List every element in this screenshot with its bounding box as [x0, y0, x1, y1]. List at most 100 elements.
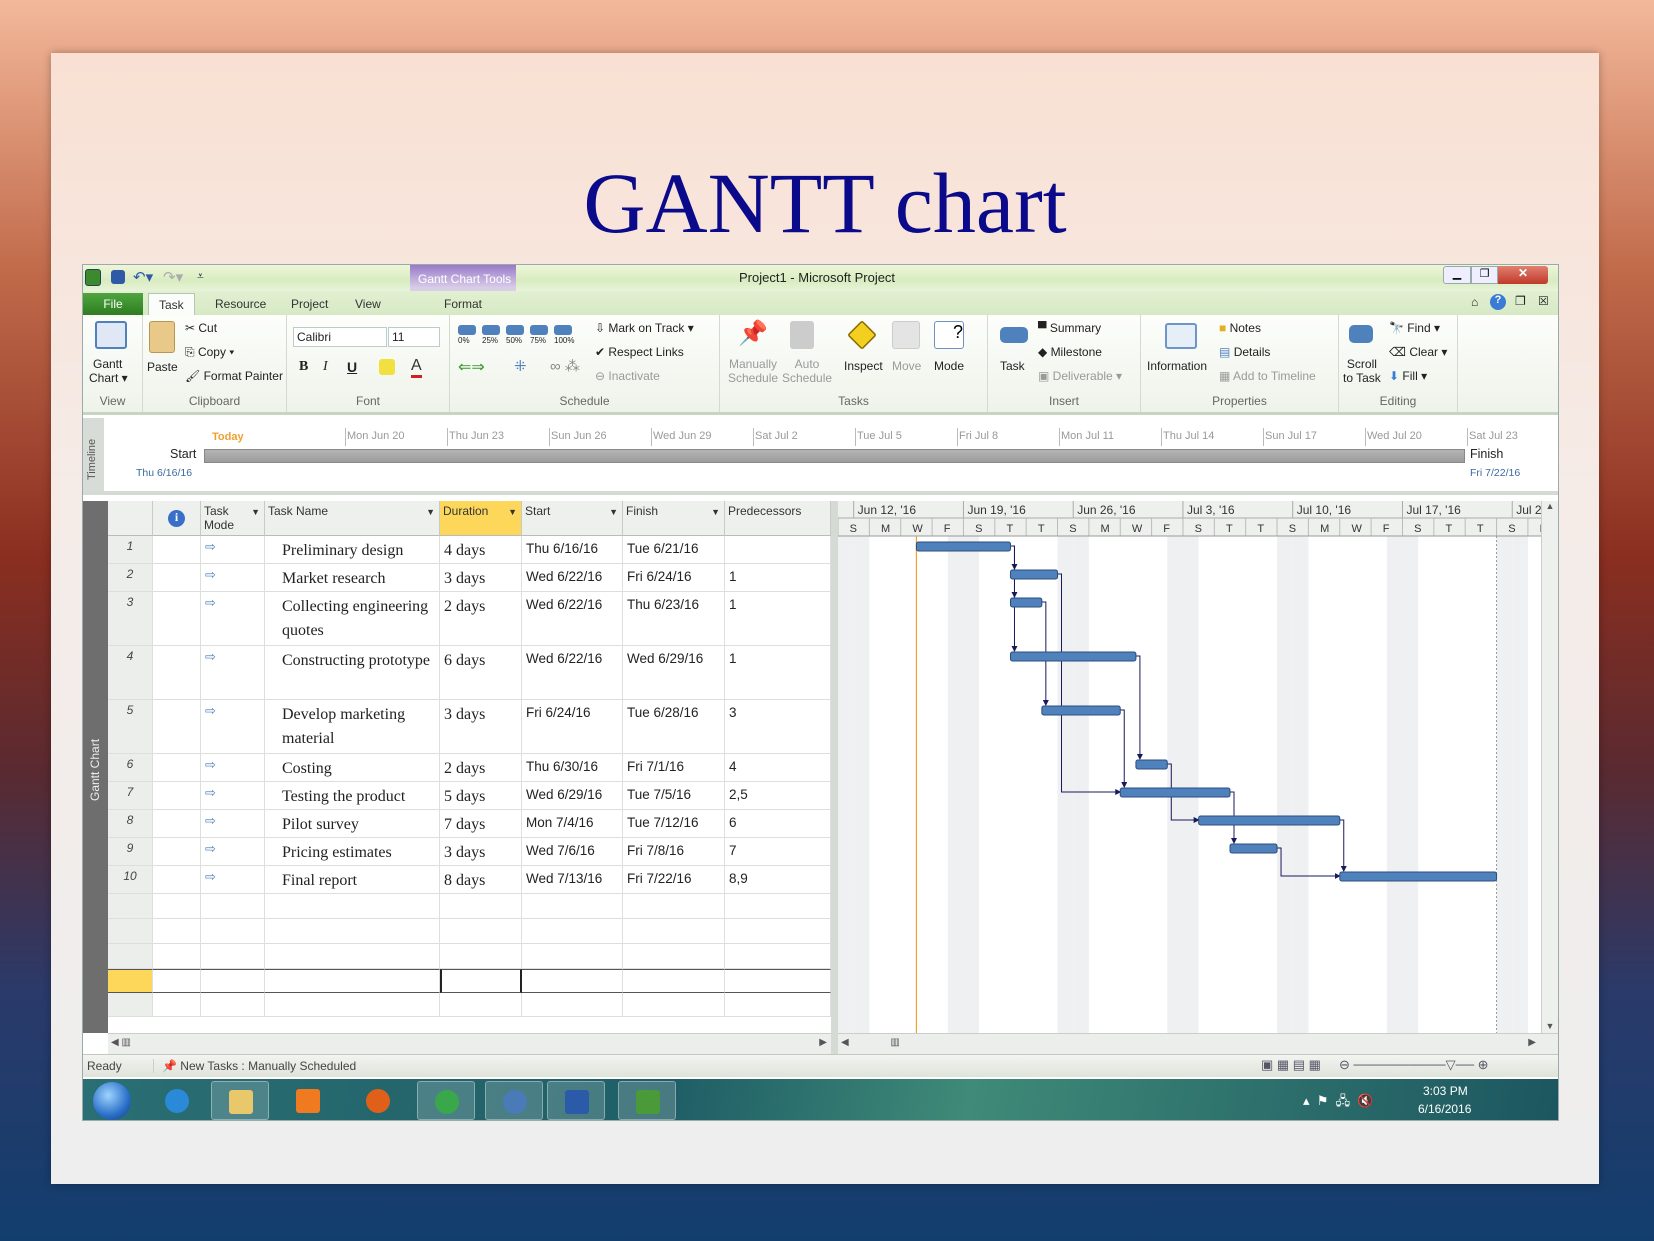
empty-cell[interactable] — [265, 944, 440, 969]
gantt-chart-button[interactable]: Gantt — [93, 357, 122, 371]
finish-cell[interactable]: Fri 7/8/16 — [623, 838, 725, 866]
filter-dropdown-icon[interactable]: ▼ — [609, 507, 618, 517]
predecessors-cell[interactable]: 3 — [725, 700, 831, 754]
zoom-slider[interactable]: ⊖ ──────────▽── ⊕ — [1339, 1057, 1489, 1073]
empty-cell[interactable] — [522, 944, 623, 969]
clock-date[interactable]: 6/16/2016 — [1418, 1102, 1471, 1116]
chart-horizontal-scrollbar[interactable]: ◀ ▥ ▶ — [838, 1033, 1558, 1054]
task-mode-cell[interactable]: ⇨ — [201, 866, 265, 894]
info-cell[interactable] — [153, 646, 201, 700]
empty-cell[interactable] — [623, 944, 725, 969]
format-painter-button[interactable]: 🖌 Format Painter — [185, 369, 283, 383]
tab-format[interactable]: Format — [434, 293, 492, 315]
empty-cell[interactable] — [108, 944, 153, 969]
empty-cell[interactable] — [623, 894, 725, 919]
info-cell[interactable] — [153, 810, 201, 838]
empty-cell[interactable] — [725, 894, 831, 919]
empty-cell[interactable] — [725, 969, 831, 993]
view-shortcuts[interactable]: ▣ ▦ ▤ ▦ — [1261, 1057, 1321, 1073]
task-name-cell[interactable]: Costing — [265, 754, 440, 782]
start-cell[interactable]: Wed 6/29/16 — [522, 782, 623, 810]
new-tasks-mode-button[interactable]: 📌 New Tasks : Manually Scheduled — [153, 1059, 356, 1073]
empty-row[interactable] — [83, 969, 831, 993]
deliverable-button[interactable]: ▣ Deliverable ▾ — [1038, 369, 1122, 383]
redo-icon[interactable]: ↷▾ — [163, 268, 183, 286]
finish-cell[interactable]: Tue 7/12/16 — [623, 810, 725, 838]
empty-cell[interactable] — [623, 993, 725, 1017]
task-name-cell[interactable]: Pilot survey — [265, 810, 440, 838]
filter-dropdown-icon[interactable]: ▼ — [426, 507, 435, 517]
table-row[interactable]: 5 ⇨ Develop marketing material 3 days Fri 6/… — [83, 700, 831, 754]
percent-complete-button[interactable]: 25% — [482, 336, 498, 345]
undo-icon[interactable]: ↶▾ — [133, 268, 153, 286]
row-number[interactable]: 7 — [108, 782, 153, 810]
tab-view[interactable]: View — [345, 293, 391, 315]
start-cell[interactable]: Thu 6/16/16 — [522, 536, 623, 564]
inspect-button[interactable]: Inspect — [844, 359, 883, 373]
finish-cell[interactable]: Tue 6/28/16 — [623, 700, 725, 754]
taskbar-app-firefox[interactable] — [349, 1081, 407, 1120]
find-button[interactable]: 🔭 Find ▾ — [1389, 321, 1440, 335]
link-tasks-icon[interactable]: ∞ ⁂ — [550, 357, 580, 375]
percent-complete-button[interactable]: 50% — [506, 336, 522, 345]
font-size-select[interactable]: 11 — [388, 327, 440, 347]
task-name-column-header[interactable]: Task Name ▼ — [265, 501, 440, 536]
split-task-icon[interactable]: ⁜ — [514, 357, 527, 375]
empty-cell[interactable] — [440, 894, 522, 919]
mode-button[interactable]: Mode — [934, 359, 964, 373]
predecessors-cell[interactable]: 1 — [725, 592, 831, 646]
taskbar-app-project[interactable] — [618, 1081, 676, 1120]
empty-cell[interactable] — [108, 993, 153, 1017]
empty-row[interactable] — [83, 919, 831, 944]
tray-icons[interactable]: ▴ ⚑ 🖧 🔇 — [1303, 1092, 1374, 1114]
empty-cell[interactable] — [153, 894, 201, 919]
close-doc-icon[interactable]: ☒ — [1538, 294, 1549, 308]
minimize-button[interactable]: ▁ — [1443, 266, 1471, 284]
milestone-button[interactable]: ◆ Milestone — [1038, 345, 1102, 359]
empty-row[interactable] — [83, 993, 831, 1017]
help-icon[interactable]: ? — [1490, 294, 1506, 310]
info-cell[interactable] — [153, 754, 201, 782]
info-cell[interactable] — [153, 536, 201, 564]
info-cell[interactable] — [153, 866, 201, 894]
pane-splitter[interactable] — [831, 501, 838, 1054]
move-button[interactable]: Move — [892, 359, 921, 373]
row-number[interactable]: 10 — [108, 866, 153, 894]
row-number-header[interactable] — [108, 501, 153, 536]
customize-toolbar-icon[interactable]: ⩡ — [197, 269, 204, 284]
clock-time[interactable]: 3:03 PM — [1423, 1084, 1468, 1098]
row-number[interactable]: 6 — [108, 754, 153, 782]
empty-cell[interactable] — [440, 993, 522, 1017]
predecessors-cell[interactable]: 4 — [725, 754, 831, 782]
close-button[interactable]: ✕ — [1498, 266, 1548, 284]
duration-cell[interactable]: 8 days — [440, 866, 522, 894]
empty-cell[interactable] — [440, 944, 522, 969]
finish-column-header[interactable]: Finish ▼ — [623, 501, 725, 536]
duration-cell[interactable]: 4 days — [440, 536, 522, 564]
empty-cell[interactable] — [153, 919, 201, 944]
empty-cell[interactable] — [201, 894, 265, 919]
finish-cell[interactable]: Wed 6/29/16 — [623, 646, 725, 700]
start-button[interactable] — [93, 1082, 131, 1120]
italic-button[interactable]: I — [323, 359, 328, 375]
empty-cell[interactable] — [108, 969, 153, 993]
percent-complete-button[interactable]: 75% — [530, 336, 546, 345]
finish-cell[interactable]: Tue 6/21/16 — [623, 536, 725, 564]
empty-cell[interactable] — [522, 894, 623, 919]
underline-button[interactable]: U — [347, 359, 357, 375]
start-cell[interactable]: Wed 6/22/16 — [522, 564, 623, 592]
table-row[interactable]: 2 ⇨ Market research 3 days Wed 6/22/16 Fri 6/… — [83, 564, 831, 592]
task-mode-cell[interactable]: ⇨ — [201, 810, 265, 838]
empty-cell[interactable] — [522, 993, 623, 1017]
predecessors-column-header[interactable]: Predecessors — [725, 501, 831, 536]
info-cell[interactable] — [153, 782, 201, 810]
row-number[interactable]: 9 — [108, 838, 153, 866]
vertical-scrollbar[interactable]: ▲ ▼ — [1541, 501, 1558, 1033]
restore-doc-icon[interactable]: ❐ — [1515, 294, 1526, 308]
empty-cell[interactable] — [201, 969, 265, 993]
bold-button[interactable]: B — [299, 359, 308, 375]
duration-cell[interactable]: 3 days — [440, 838, 522, 866]
filter-dropdown-icon[interactable]: ▼ — [711, 507, 720, 517]
tab-file[interactable]: File — [83, 293, 143, 315]
empty-cell[interactable] — [201, 944, 265, 969]
